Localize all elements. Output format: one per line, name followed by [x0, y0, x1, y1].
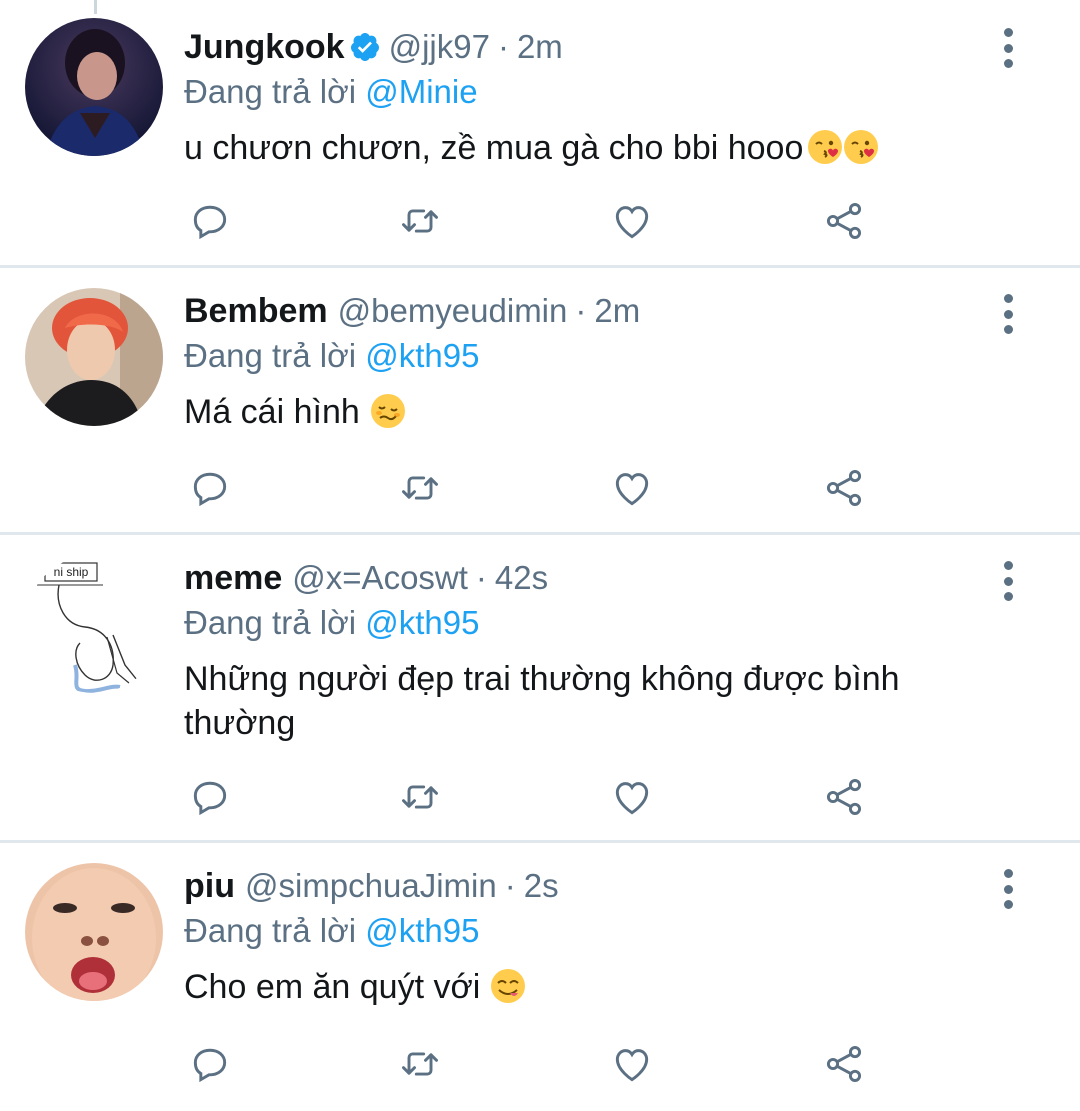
- kissing-heart-emoji-icon: [807, 129, 843, 165]
- tweet-header: Bembem @bemyeudimin · 2m: [184, 290, 960, 332]
- display-name[interactable]: piu: [184, 865, 235, 907]
- reply-icon[interactable]: [188, 199, 232, 243]
- timestamp[interactable]: 2m: [517, 26, 563, 68]
- display-name[interactable]: meme: [184, 557, 282, 599]
- separator-dot: ·: [475, 559, 487, 596]
- replying-to-label: Đang trả lời: [184, 73, 357, 110]
- yum-face-emoji-icon: [490, 968, 526, 1004]
- tweet-content: meme @x=Acoswt · 42s Đang trả lời @kth95…: [184, 557, 960, 745]
- kissing-heart-emoji-icon: [843, 129, 879, 165]
- retweet-icon[interactable]: [398, 466, 442, 510]
- verified-badge-icon: [349, 31, 381, 63]
- reply-icon[interactable]: [188, 775, 232, 819]
- tweet-content: piu @simpchuaJimin · 2s Đang trả lời @kt…: [184, 865, 960, 1009]
- user-handle[interactable]: @bemyeudimin: [338, 290, 568, 332]
- tweet-text: Má cái hình: [184, 390, 960, 434]
- like-heart-icon[interactable]: [610, 199, 654, 243]
- timestamp[interactable]: 2s: [524, 865, 559, 907]
- user-handle[interactable]: @x=Acoswt: [292, 557, 468, 599]
- reply-mention-link[interactable]: @kth95: [365, 604, 479, 641]
- replying-to: Đang trả lời @kth95: [184, 334, 960, 378]
- share-icon[interactable]: [822, 775, 866, 819]
- avatar[interactable]: [25, 863, 163, 1001]
- retweet-icon[interactable]: [398, 199, 442, 243]
- reply-mention-link[interactable]: @kth95: [365, 337, 479, 374]
- user-handle[interactable]: @jjk97: [389, 26, 490, 68]
- share-icon[interactable]: [822, 1042, 866, 1086]
- tweet-text-body: Những người đẹp trai thường không được b…: [184, 660, 900, 742]
- retweet-icon[interactable]: [398, 775, 442, 819]
- like-heart-icon[interactable]: [610, 775, 654, 819]
- tweet-content: Jungkook @jjk97 · 2m Đang trả lời @Minie…: [184, 26, 960, 170]
- like-heart-icon[interactable]: [610, 466, 654, 510]
- avatar[interactable]: [25, 288, 163, 426]
- more-options-icon[interactable]: [996, 28, 1020, 68]
- replying-to-label: Đang trả lời: [184, 604, 357, 641]
- tweet[interactable]: Jungkook @jjk97 · 2m Đang trả lời @Minie…: [0, 0, 1080, 268]
- tweet[interactable]: piu @simpchuaJimin · 2s Đang trả lời @kt…: [0, 843, 1080, 1111]
- tweet-actions: [184, 775, 884, 819]
- tweet-text-body: Má cái hình: [184, 393, 360, 431]
- more-options-icon[interactable]: [996, 294, 1020, 334]
- tweet-header: piu @simpchuaJimin · 2s: [184, 865, 960, 907]
- retweet-icon[interactable]: [398, 1042, 442, 1086]
- replying-to: Đang trả lời @Minie: [184, 70, 960, 114]
- tweet-content: Bembem @bemyeudimin · 2m Đang trả lời @k…: [184, 290, 960, 434]
- like-heart-icon[interactable]: [610, 1042, 654, 1086]
- tweet-text: u chươn chươn, zề mua gà cho bbi hooo: [184, 126, 960, 170]
- replying-to-label: Đang trả lời: [184, 912, 357, 949]
- tweet-actions: [184, 1042, 884, 1086]
- tweet-text: Những người đẹp trai thường không được b…: [184, 657, 944, 745]
- woozy-face-emoji-icon: [370, 393, 406, 429]
- tweet[interactable]: Bembem @bemyeudimin · 2m Đang trả lời @k…: [0, 268, 1080, 535]
- user-handle[interactable]: @simpchuaJimin: [245, 865, 497, 907]
- more-options-icon[interactable]: [996, 869, 1020, 909]
- tweet-text: Cho em ăn quýt với: [184, 965, 960, 1009]
- share-icon[interactable]: [822, 466, 866, 510]
- tweet-actions: [184, 199, 884, 243]
- share-icon[interactable]: [822, 199, 866, 243]
- tweet-actions: [184, 466, 884, 510]
- reply-icon[interactable]: [188, 466, 232, 510]
- separator-dot: ·: [504, 867, 516, 904]
- avatar[interactable]: [25, 18, 163, 156]
- timestamp[interactable]: 2m: [594, 290, 640, 332]
- reply-mention-link[interactable]: @kth95: [365, 912, 479, 949]
- separator-dot: ·: [575, 292, 587, 329]
- tweet-text-body: u chươn chươn, zề mua gà cho bbi hooo: [184, 129, 804, 167]
- avatar[interactable]: ni ship: [25, 555, 163, 693]
- reply-icon[interactable]: [188, 1042, 232, 1086]
- tweet[interactable]: ni ship meme @x=Acoswt · 42s Đang trả lờ…: [0, 535, 1080, 843]
- tweet-header: Jungkook @jjk97 · 2m: [184, 26, 960, 68]
- replying-to: Đang trả lời @kth95: [184, 601, 960, 645]
- display-name[interactable]: Bembem: [184, 290, 328, 332]
- replying-to: Đang trả lời @kth95: [184, 909, 960, 953]
- separator-dot: ·: [497, 28, 509, 65]
- avatar-sketch-text: ni ship: [54, 565, 89, 579]
- tweet-header: meme @x=Acoswt · 42s: [184, 557, 960, 599]
- more-options-icon[interactable]: [996, 561, 1020, 601]
- timestamp[interactable]: 42s: [495, 557, 548, 599]
- display-name[interactable]: Jungkook: [184, 26, 345, 68]
- tweet-text-body: Cho em ăn quýt với: [184, 968, 481, 1006]
- reply-mention-link[interactable]: @Minie: [365, 73, 477, 110]
- replying-to-label: Đang trả lời: [184, 337, 357, 374]
